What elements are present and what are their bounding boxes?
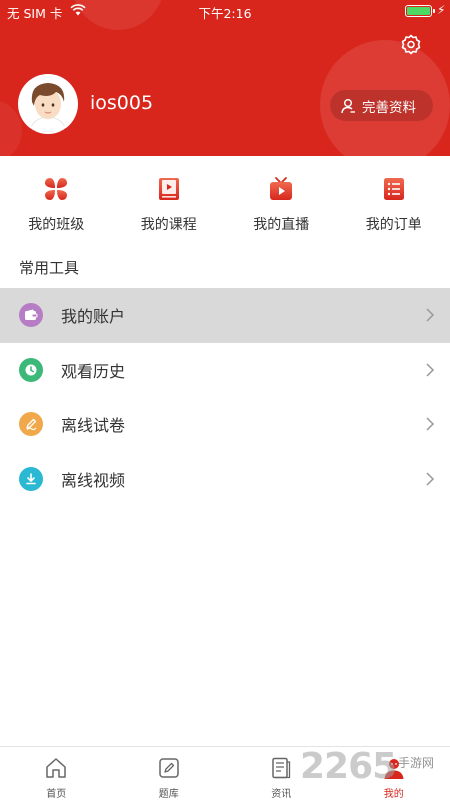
chevron-right-icon bbox=[426, 308, 435, 322]
chevron-right-icon bbox=[426, 363, 435, 377]
download-icon bbox=[19, 466, 43, 491]
avatar-image bbox=[20, 76, 76, 132]
news-icon bbox=[272, 757, 291, 779]
watermark-text: 手游网 bbox=[398, 756, 435, 770]
site-watermark: 2265 手游网 bbox=[300, 744, 450, 800]
tab-question-bank[interactable]: 题库 bbox=[113, 747, 226, 800]
tool-row-watch-history[interactable]: 观看历史 bbox=[0, 343, 450, 398]
gear-icon[interactable] bbox=[399, 33, 423, 57]
tool-row-my-account[interactable]: 我的账户 bbox=[0, 288, 450, 343]
username: ios005 bbox=[90, 92, 154, 114]
clover-icon bbox=[45, 178, 68, 200]
quick-nav-my-courses[interactable]: 我的课程 bbox=[113, 170, 226, 240]
pen-icon bbox=[19, 412, 43, 437]
status-time: 下午2:16 bbox=[198, 6, 252, 21]
tool-row-offline-videos[interactable]: 离线视频 bbox=[0, 452, 450, 507]
status-bar: 无 SIM 卡 下午2:16 ⚡ bbox=[0, 0, 450, 22]
complete-profile-button[interactable]: 完善资料 bbox=[330, 90, 433, 121]
quick-nav-label: 我的班级 bbox=[28, 217, 85, 233]
tab-label: 题库 bbox=[158, 789, 179, 800]
quick-nav-my-orders[interactable]: 我的订单 bbox=[338, 170, 450, 240]
quick-nav-my-class[interactable]: 我的班级 bbox=[0, 170, 113, 240]
tv-play-icon bbox=[270, 177, 293, 200]
order-list-icon bbox=[383, 178, 404, 200]
quick-nav-label: 我的订单 bbox=[365, 217, 422, 233]
tool-row-offline-papers[interactable]: 离线试卷 bbox=[0, 397, 450, 452]
charging-icon: ⚡ bbox=[437, 3, 446, 17]
tab-label: 资讯 bbox=[271, 789, 292, 800]
watermark-number: 2265 bbox=[300, 746, 397, 787]
profile-header: 无 SIM 卡 下午2:16 ⚡ ios005 完善资料 bbox=[0, 0, 450, 156]
tool-label: 我的账户 bbox=[61, 307, 126, 327]
chevron-right-icon bbox=[426, 417, 435, 431]
quick-nav: 我的班级 我的课程 我的直播 我的订单 bbox=[0, 170, 450, 240]
complete-profile-label: 完善资料 bbox=[362, 99, 416, 116]
avatar[interactable] bbox=[18, 74, 78, 134]
tool-label: 观看历史 bbox=[61, 361, 126, 381]
book-icon bbox=[158, 178, 179, 200]
tool-label: 离线视频 bbox=[61, 470, 126, 490]
tool-label: 离线试卷 bbox=[61, 416, 126, 436]
clock-icon bbox=[19, 357, 43, 382]
edit-icon bbox=[159, 758, 179, 778]
chevron-right-icon bbox=[426, 472, 435, 486]
tab-label: 首页 bbox=[46, 789, 67, 800]
section-title-tools: 常用工具 bbox=[19, 259, 80, 277]
tool-list: 我的账户 观看历史 离线试卷 离线视频 bbox=[0, 288, 450, 506]
quick-nav-my-live[interactable]: 我的直播 bbox=[225, 170, 338, 240]
home-icon bbox=[46, 758, 66, 778]
battery-icon bbox=[405, 5, 435, 17]
wallet-icon bbox=[19, 303, 43, 328]
user-outline-icon bbox=[341, 98, 355, 113]
quick-nav-label: 我的课程 bbox=[140, 217, 197, 233]
quick-nav-label: 我的直播 bbox=[253, 217, 310, 233]
tab-home[interactable]: 首页 bbox=[0, 747, 113, 800]
